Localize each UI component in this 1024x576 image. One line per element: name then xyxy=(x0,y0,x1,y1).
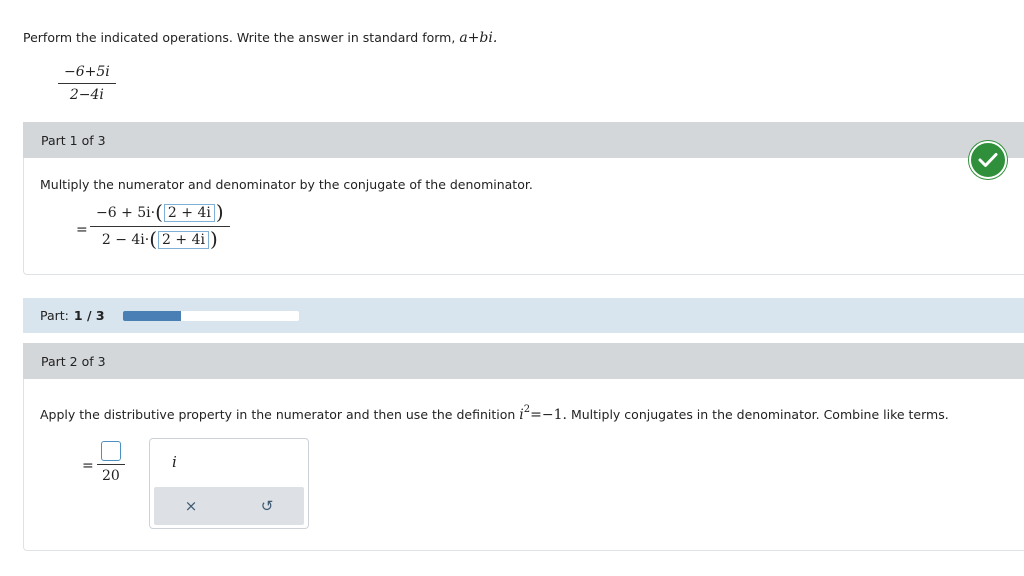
part1-den-prefix: 2 − 4i· xyxy=(101,232,150,248)
definition-rest: =−1. xyxy=(530,407,567,424)
part1-title: Part 1 of 3 xyxy=(41,132,106,148)
question-numerator: −6+5i xyxy=(58,64,116,84)
progress-label: Part: xyxy=(40,308,69,323)
part2-denominator: 20 xyxy=(102,468,120,484)
question-prompt: Perform the indicated operations. Write … xyxy=(23,30,497,46)
part1-numerator: −6 + 5i·(2 + 4i) xyxy=(90,202,230,227)
part2-title: Part 2 of 3 xyxy=(41,353,106,369)
right-paren: ) xyxy=(209,227,218,251)
question-fraction: −6+5i 2−4i xyxy=(58,64,116,103)
part1-denominator: 2 − 4i·(2 + 4i) xyxy=(96,227,224,249)
math-palette: i × ↺ xyxy=(149,438,309,529)
correct-check-icon xyxy=(969,141,1007,179)
part2-instruction-b: Multiply conjugates in the denominator. … xyxy=(570,407,949,423)
right-paren: ) xyxy=(215,200,224,224)
palette-toolbar: × ↺ xyxy=(154,487,304,525)
progress-bar: Part: 1 / 3 xyxy=(23,298,1024,333)
definition-exponent: 2 xyxy=(523,404,531,415)
imaginary-i-button[interactable]: i xyxy=(172,453,177,471)
part1-num-prefix: −6 + 5i· xyxy=(96,205,156,221)
numerator-conjugate-field[interactable]: 2 + 4i xyxy=(163,204,215,222)
progress-value: 1 / 3 xyxy=(73,308,105,323)
part2-instruction-a: Apply the distributive property in the n… xyxy=(40,407,516,423)
part2-instruction: Apply the distributive property in the n… xyxy=(40,404,949,424)
part2-numerator xyxy=(96,441,125,465)
part1-equals: = xyxy=(76,222,88,238)
question-denominator: 2−4i xyxy=(69,87,104,103)
prompt-text: Perform the indicated operations. Write … xyxy=(23,30,456,45)
denominator-conjugate-field[interactable]: 2 + 4i xyxy=(158,231,209,249)
progress-track xyxy=(122,310,299,321)
part2-header: Part 2 of 3 xyxy=(23,343,1024,379)
part1-fraction: −6 + 5i·(2 + 4i) 2 − 4i·(2 + 4i) xyxy=(90,202,230,249)
undo-button[interactable]: ↺ xyxy=(256,497,278,515)
standard-form: a+bi. xyxy=(459,30,498,46)
numerator-answer-input[interactable] xyxy=(100,441,121,461)
progress-fill xyxy=(122,310,182,321)
part2-equals: = xyxy=(82,458,94,474)
clear-button[interactable]: × xyxy=(180,497,202,515)
part1-instruction: Multiply the numerator and denominator b… xyxy=(40,177,533,192)
left-paren: ( xyxy=(149,227,158,251)
left-paren: ( xyxy=(155,200,163,224)
part2-fraction: 20 xyxy=(96,441,126,484)
part1-header: Part 1 of 3 xyxy=(23,122,1024,158)
